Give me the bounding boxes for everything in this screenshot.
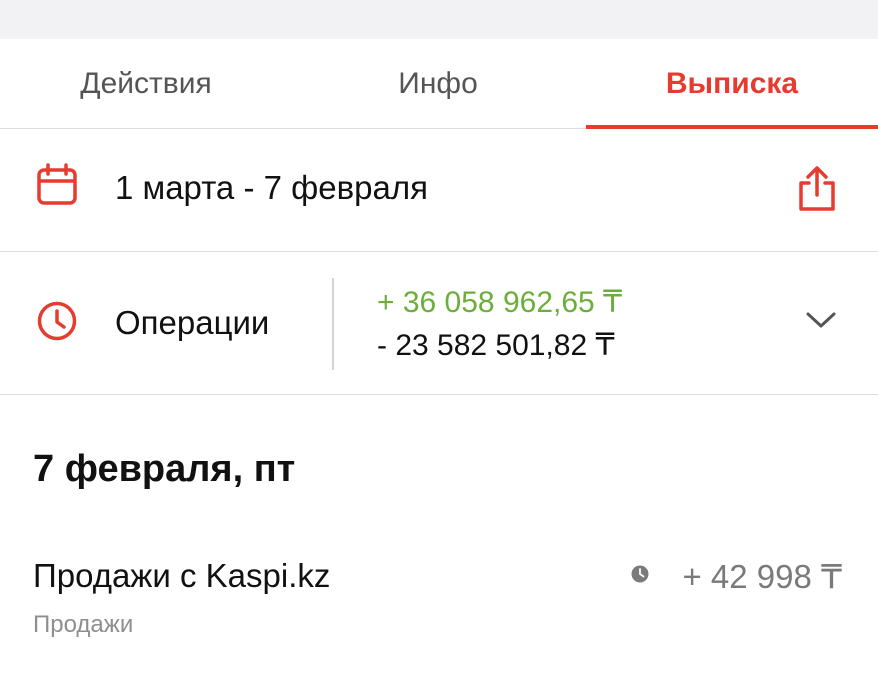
transaction-category: Продажи bbox=[33, 611, 134, 638]
transaction-title: Продажи с Kaspi.kz bbox=[33, 557, 331, 594]
tab-bar: Действия Инфо Выписка bbox=[0, 39, 878, 129]
period-row[interactable]: 1 марта - 7 февраля bbox=[0, 129, 878, 252]
top-strip bbox=[0, 0, 878, 39]
clock-icon bbox=[36, 300, 78, 347]
tab-actions-label: Действия bbox=[80, 67, 212, 100]
operations-row[interactable]: Операции + 36 058 962,65 ₸ - 23 582 501,… bbox=[0, 252, 878, 395]
period-range: 1 марта - 7 февраля bbox=[115, 169, 429, 206]
transactions-date-header: 7 февраля, пт bbox=[33, 448, 296, 490]
tab-statement-label: Выписка bbox=[665, 67, 799, 100]
pending-clock-icon bbox=[631, 565, 649, 588]
tab-info-label: Инфо bbox=[398, 67, 478, 100]
income-total: + 36 058 962,65 ₸ bbox=[377, 286, 623, 319]
operations-label: Операции bbox=[115, 304, 270, 341]
expense-total: - 23 582 501,82 ₸ bbox=[377, 329, 615, 362]
tab-actions[interactable]: Действия bbox=[0, 39, 292, 129]
vertical-divider bbox=[332, 278, 334, 370]
chevron-down-icon[interactable] bbox=[805, 310, 837, 335]
tab-statement[interactable]: Выписка bbox=[586, 39, 878, 129]
share-icon[interactable] bbox=[795, 165, 839, 218]
calendar-icon bbox=[36, 163, 78, 212]
tab-info[interactable]: Инфо bbox=[292, 39, 584, 129]
transaction-amount: + 42 998 ₸ bbox=[682, 558, 842, 595]
